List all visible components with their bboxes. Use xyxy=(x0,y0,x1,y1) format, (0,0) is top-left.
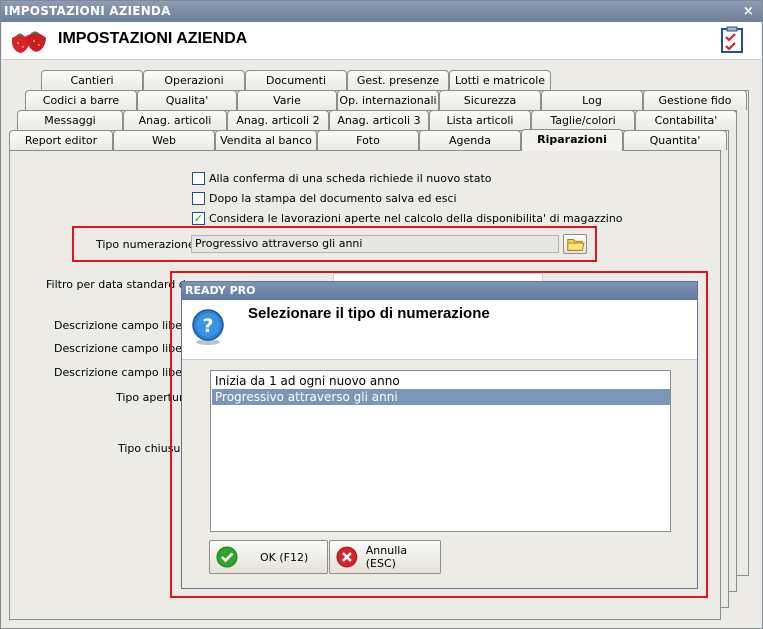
ok-label: OK (F12) xyxy=(260,550,309,564)
tab-anag-articoli-3[interactable]: Anag. articoli 3 xyxy=(329,110,429,130)
numbering-browse-button[interactable] xyxy=(563,234,587,254)
numbering-options-list[interactable]: Inizia da 1 ad ogni nuovo anno Progressi… xyxy=(210,370,671,532)
checkbox-label: Alla conferma di una scheda richiede il … xyxy=(209,172,492,185)
window-title: IMPOSTAZIONI AZIENDA xyxy=(4,4,171,18)
numbering-field[interactable]: Progressivo attraverso gli anni xyxy=(191,235,559,253)
opening-type-label: Tipo apertura xyxy=(116,391,191,404)
tab-gestione-fido[interactable]: Gestione fido xyxy=(643,90,747,110)
tab-sicurezza[interactable]: Sicurezza xyxy=(439,90,541,110)
tab-agenda[interactable]: Agenda xyxy=(419,130,521,150)
tab-vendita-banco[interactable]: Vendita al banco xyxy=(215,130,317,150)
list-item-selected[interactable]: Progressivo attraverso gli anni xyxy=(212,389,670,405)
svg-text:?: ? xyxy=(202,315,213,337)
cancel-x-icon xyxy=(336,546,358,568)
numbering-dialog: READY PRO ? Selezionare il tipo di numer… xyxy=(181,281,698,589)
tab-documenti[interactable]: Documenti xyxy=(245,70,347,90)
tab-riparazioni[interactable]: Riparazioni xyxy=(521,129,623,151)
tab-gest-presenze[interactable]: Gest. presenze xyxy=(347,70,449,90)
tab-web[interactable]: Web xyxy=(113,130,215,150)
settings-window: IMPOSTAZIONI AZIENDA × IMPOSTAZIONI AZIE… xyxy=(0,0,763,629)
window-titlebar[interactable]: IMPOSTAZIONI AZIENDA × xyxy=(1,1,762,22)
checkbox-save-exit[interactable]: Dopo la stampa del documento salva ed es… xyxy=(192,192,457,205)
checkbox-box[interactable] xyxy=(192,192,205,205)
strawberry-icon xyxy=(11,31,46,53)
ok-check-icon xyxy=(216,546,238,568)
cancel-label: Annulla (ESC) xyxy=(365,544,408,570)
close-icon[interactable]: × xyxy=(743,1,754,22)
tab-lista-articoli[interactable]: Lista articoli xyxy=(429,110,531,130)
dialog-header: ? Selezionare il tipo di numerazione xyxy=(182,300,697,360)
list-item[interactable]: Inizia da 1 ad ogni nuovo anno xyxy=(212,373,669,389)
tab-anag-articoli[interactable]: Anag. articoli xyxy=(123,110,227,130)
tab-op-internazionali[interactable]: Op. internazionali xyxy=(337,90,439,110)
dialog-heading: Selezionare il tipo di numerazione xyxy=(248,305,490,322)
tab-qualita[interactable]: Qualita' xyxy=(137,90,237,110)
checklist-icon[interactable] xyxy=(719,26,745,54)
checkbox-box[interactable] xyxy=(192,172,205,185)
filter-label: Filtro per data standard da xyxy=(46,278,193,291)
tab-messaggi[interactable]: Messaggi xyxy=(17,110,123,130)
page-header: IMPOSTAZIONI AZIENDA xyxy=(2,22,761,60)
folder-icon xyxy=(567,239,585,251)
checkbox-label: Dopo la stampa del documento salva ed es… xyxy=(209,192,457,205)
tab-quantita[interactable]: Quantita' xyxy=(623,130,727,150)
checkbox-label: Considera le lavorazioni aperte nel calc… xyxy=(209,212,623,225)
tab-log[interactable]: Log xyxy=(541,90,643,110)
checkbox-open-work[interactable]: ✓ Considera le lavorazioni aperte nel ca… xyxy=(192,212,623,225)
tab-taglie-colori[interactable]: Taglie/colori xyxy=(531,110,635,130)
ok-button[interactable]: OK (F12) xyxy=(209,540,328,574)
tab-anag-articoli-2[interactable]: Anag. articoli 2 xyxy=(227,110,329,130)
tab-report-editor[interactable]: Report editor xyxy=(9,130,113,150)
tab-cantieri[interactable]: Cantieri xyxy=(41,70,143,90)
numbering-label: Tipo numerazione : xyxy=(96,238,202,251)
page-title: IMPOSTAZIONI AZIENDA xyxy=(58,30,248,47)
tab-lotti-matricole[interactable]: Lotti e matricole xyxy=(449,70,551,90)
tab-contabilita[interactable]: Contabilita' xyxy=(635,110,737,130)
tab-operazioni[interactable]: Operazioni xyxy=(143,70,245,90)
tab-varie[interactable]: Varie xyxy=(237,90,337,110)
tab-foto[interactable]: Foto xyxy=(317,130,419,150)
check-icon[interactable]: ✓ xyxy=(192,212,205,225)
question-icon: ? xyxy=(192,309,224,345)
cancel-button[interactable]: Annulla (ESC) xyxy=(329,540,441,574)
tab-codici-barre[interactable]: Codici a barre xyxy=(25,90,137,110)
checkbox-new-state[interactable]: Alla conferma di una scheda richiede il … xyxy=(192,172,492,185)
dialog-titlebar[interactable]: READY PRO xyxy=(182,282,697,300)
